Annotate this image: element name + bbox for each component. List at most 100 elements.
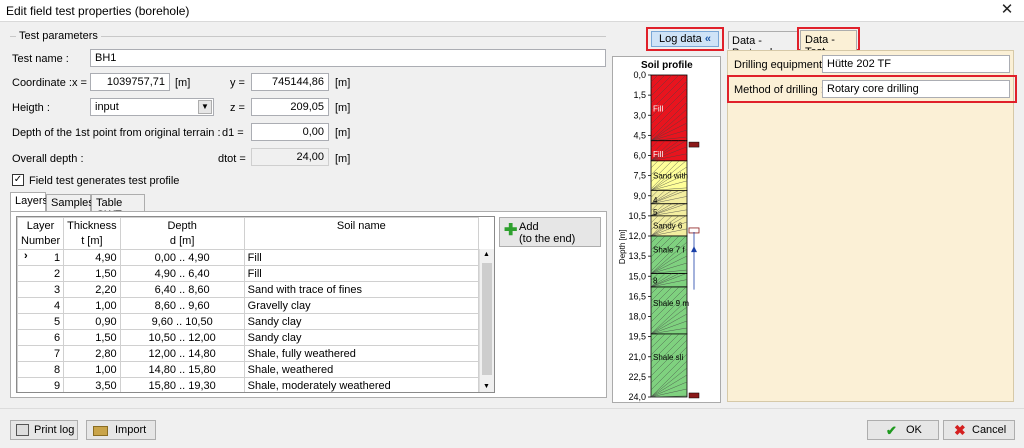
cell-layer-number[interactable]: 9 [17,377,65,392]
add-layer-button[interactable]: ✚ Add (to the end) [499,217,601,247]
coordinate-label: Coordinate : [12,77,72,89]
cell-layer-number[interactable]: 8 [17,361,65,378]
profile-layer-label: Fill [653,150,663,159]
header-layer: Layer [17,217,65,234]
table-row[interactable]: 5 0,90 9,60 .. 10,50 Sandy clay [17,313,480,330]
import-button[interactable]: Import [86,420,156,440]
cell-soil-name[interactable]: Sand with trace of fines [243,281,480,298]
chevron-down-icon[interactable]: ▼ [198,100,212,114]
header-depth-sub: d [m] [119,233,245,250]
table-row[interactable]: 3 2,20 6,40 .. 8,60 Sand with trace of fine… [17,281,480,298]
tab-data-test[interactable]: Data - Test [800,30,857,58]
cell-layer-number[interactable]: 3 [17,281,65,298]
profile-layer [650,235,688,274]
table-row[interactable]: 6 1,50 10,50 .. 12,00 Sandy clay [17,329,480,346]
profile-tick-label: 12,0 [628,231,646,241]
printer-icon [16,424,29,436]
cell-depth[interactable]: 14,80 .. 15,80 [119,361,245,378]
cell-thickness[interactable]: 1,50 [63,265,121,282]
table-row[interactable]: 1 › 4,90 0,00 .. 4,90 Fill [17,249,480,266]
tab-table-gwt[interactable]: Table GWT [91,194,145,221]
x-input[interactable]: 1039757,71 [90,73,170,91]
cell-depth[interactable]: 9,60 .. 10,50 [119,313,245,330]
tab-layers[interactable]: Layers [10,192,48,211]
cell-thickness[interactable]: 2,20 [63,281,121,298]
cell-soil-name[interactable]: Fill [243,249,480,266]
cell-thickness[interactable]: 0,90 [63,313,121,330]
profile-tick-label: 0,0 [633,70,646,80]
cell-layer-number[interactable]: 1 › [17,249,65,266]
table-row[interactable]: 4 1,00 8,60 .. 9,60 Gravelly clay [17,297,480,314]
height-select[interactable]: input ▼ [90,98,214,116]
y-input[interactable]: 745144,86 [251,73,329,91]
cell-layer-number[interactable]: 2 [17,265,65,282]
cell-soil-name[interactable]: Sandy clay [243,313,480,330]
cell-soil-name[interactable]: Shale, weathered [243,361,480,378]
window-title: Edit field test properties (borehole) [6,4,190,18]
bottom-divider [0,408,1024,409]
scroll-down-icon[interactable]: ▼ [483,383,490,390]
close-icon[interactable]: ✕ [998,1,1016,19]
cell-thickness[interactable]: 4,90 [63,249,121,266]
profile-tick-label: 1,5 [633,90,646,100]
cell-soil-name[interactable]: Shale, fully weathered [243,345,480,362]
cell-depth[interactable]: 12,00 .. 14,80 [119,345,245,362]
profile-layer-label: Shale sli [653,353,683,362]
depth1-label: Depth of the 1st point from original ter… [12,127,221,139]
soil-profile-chart: Fill Fill Sand with 4 5 Sandy 6 Shale 7 f 8 Shal… [618,70,700,402]
layers-table[interactable]: Layer Thickness Depth Soil name Number t… [16,216,495,393]
tab-data-protocol[interactable]: Data - Protocol [728,31,798,59]
ok-button[interactable]: ✔ OK [867,420,939,440]
cell-thickness[interactable]: 1,50 [63,329,121,346]
drilling-equipment-input[interactable]: Hütte 202 TF [822,55,1010,73]
log-data-button[interactable]: Log data « [651,31,719,47]
cell-layer-number[interactable]: 4 [17,297,65,314]
gwt-icon [691,246,697,253]
cell-layer-number[interactable]: 5 [17,313,65,330]
scroll-up-icon[interactable]: ▲ [483,251,490,258]
table-scrollbar[interactable]: ▲ ▼ [479,249,494,392]
cell-soil-name[interactable]: Fill [243,265,480,282]
generate-profile-label: Field test generates test profile [29,175,180,187]
sample-marker [688,392,700,399]
header-soil-sub [243,233,480,250]
cancel-button[interactable]: ✖ Cancel [943,420,1015,440]
import-label: Import [115,424,147,436]
cell-thickness[interactable]: 3,50 [63,377,121,392]
cell-depth[interactable]: 10,50 .. 12,00 [119,329,245,346]
overall-depth-label: Overall depth : [12,153,84,165]
height-select-value: input [95,101,119,113]
print-log-button[interactable]: Print log [10,420,78,440]
cell-soil-name[interactable]: Shale, moderately weathered [243,377,480,392]
tab-samples[interactable]: Samples [46,194,94,211]
table-row[interactable]: 2 1,50 4,90 .. 6,40 Fill [17,265,480,282]
table-row[interactable]: 9 3,50 15,80 .. 19,30 Shale, moderately wea… [17,377,480,392]
cell-depth[interactable]: 0,00 .. 4,90 [119,249,245,266]
z-input[interactable]: 209,05 [251,98,329,116]
cell-thickness[interactable]: 1,00 [63,297,121,314]
d1-label: d1 = [222,127,244,139]
add-label: Add [519,221,539,233]
current-row-icon: › [24,250,28,262]
generate-profile-checkbox[interactable]: ✓ [12,174,24,186]
profile-layer-label: Fill [653,105,663,114]
cell-layer-number[interactable]: 7 [17,345,65,362]
test-name-input[interactable]: BH1 [90,49,606,67]
method-input[interactable]: Rotary core drilling [822,80,1010,98]
table-row[interactable]: 7 2,80 12,00 .. 14,80 Shale, fully weathere… [17,345,480,362]
profile-tick-label: 19,5 [628,332,646,342]
folder-icon [93,426,108,436]
cell-layer-number[interactable]: 6 [17,329,65,346]
table-row[interactable]: 8 1,00 14,80 .. 15,80 Shale, weathered [17,361,480,378]
cell-depth[interactable]: 15,80 .. 19,30 [119,377,245,392]
cell-soil-name[interactable]: Gravelly clay [243,297,480,314]
cell-thickness[interactable]: 2,80 [63,345,121,362]
cell-depth[interactable]: 6,40 .. 8,60 [119,281,245,298]
cell-soil-name[interactable]: Sandy clay [243,329,480,346]
cell-thickness[interactable]: 1,00 [63,361,121,378]
cell-depth[interactable]: 8,60 .. 9,60 [119,297,245,314]
checkmark-icon: ✔ [886,423,897,438]
scroll-thumb[interactable] [482,263,492,375]
cell-depth[interactable]: 4,90 .. 6,40 [119,265,245,282]
d1-input[interactable]: 0,00 [251,123,329,141]
